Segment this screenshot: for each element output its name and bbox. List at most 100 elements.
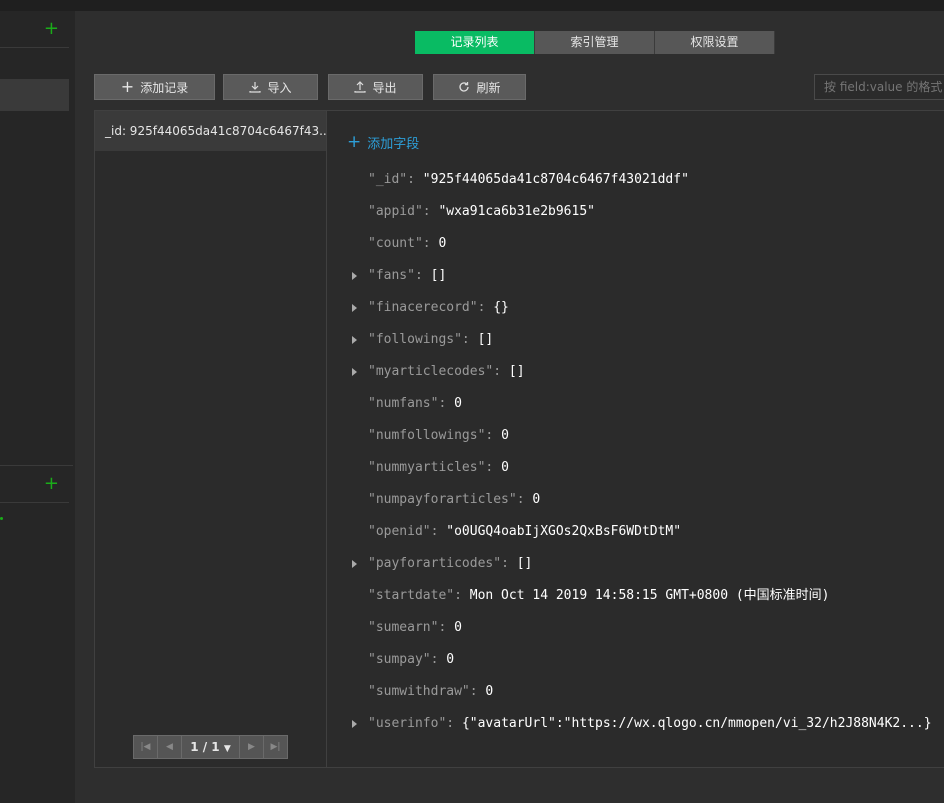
export-button[interactable]: 导出	[328, 74, 423, 100]
field-key: "numfans"	[368, 396, 439, 411]
export-label: 导出	[372, 80, 397, 95]
field-content: "numfans": 0	[368, 394, 462, 414]
field-value[interactable]: 0	[485, 684, 493, 699]
tab-records[interactable]: 记录列表	[415, 31, 535, 54]
search-input[interactable]	[814, 74, 944, 100]
field-content: "openid": "o0UGQ4oabIjXGOs2QxBsF6WDtDtM"	[368, 522, 681, 542]
field-value[interactable]: "wxa91ca6b31e2b9615"	[438, 204, 595, 219]
add-record-label: 添加记录	[140, 80, 189, 95]
field-colon: :	[461, 332, 478, 347]
add-field-label: 添加字段	[367, 136, 420, 152]
field-content: "sumwithdraw": 0	[368, 682, 493, 702]
field-colon: :	[422, 204, 439, 219]
collection-list-header: +	[0, 13, 69, 48]
tab-permissions[interactable]: 权限设置	[655, 31, 775, 54]
prev-page-icon[interactable]: ◀	[158, 736, 182, 758]
plus-icon: +	[347, 132, 362, 152]
field-key: "numfollowings"	[368, 428, 486, 443]
upload-icon	[354, 81, 367, 93]
record-list-item[interactable]: _id: 925f44065da41c8704c6467f43...	[95, 111, 326, 151]
field-colon: :	[430, 652, 447, 667]
field-value[interactable]: {}	[493, 300, 509, 315]
expand-triangle-icon[interactable]	[352, 336, 357, 344]
field-colon: :	[485, 460, 502, 475]
field-value[interactable]: "o0UGQ4oabIjXGOs2QxBsF6WDtDtM"	[446, 524, 681, 539]
field-value[interactable]: 0	[501, 428, 509, 443]
import-button[interactable]: 导入	[223, 74, 318, 100]
field-value[interactable]: 0	[501, 460, 509, 475]
field-key: "myarticlecodes"	[368, 364, 494, 379]
record-detail: + 添加字段 "_id": "925f44065da41c8704c6467f4…	[327, 111, 944, 767]
expand-triangle-icon[interactable]	[352, 272, 357, 280]
field-value[interactable]: Mon Oct 14 2019 14:58:15 GMT+0800 (中国标准时…	[470, 588, 830, 603]
field-key: "userinfo"	[368, 716, 447, 731]
field-content: "count": 0	[368, 234, 446, 254]
next-page-icon[interactable]: ▶	[239, 736, 263, 758]
field-content: "_id": "925f44065da41c8704c6467f43021ddf…	[368, 170, 689, 190]
field-value[interactable]: []	[509, 364, 525, 379]
field-key: "nummyarticles"	[368, 460, 486, 475]
field-key: "appid"	[368, 204, 423, 219]
field-value[interactable]: []	[431, 268, 447, 283]
field-value[interactable]: 0	[446, 652, 454, 667]
field-content: "followings": []	[368, 330, 493, 350]
collection-sidebar: + +	[0, 11, 75, 803]
expand-triangle-icon[interactable]	[352, 720, 357, 728]
record-list: _id: 925f44065da41c8704c6467f43... |◀ ◀ …	[95, 111, 327, 767]
field-colon: :	[493, 364, 509, 379]
field-key: "_id"	[368, 172, 408, 187]
collection-item-selected[interactable]	[0, 79, 69, 111]
field-colon: :	[438, 620, 455, 635]
page-indicator[interactable]: 1 / 1 ▼	[182, 740, 239, 754]
field-colon: :	[469, 684, 486, 699]
field-key: "count"	[368, 236, 423, 251]
field-content: "myarticlecodes": []	[368, 362, 525, 382]
field-value[interactable]: {"avatarUrl":"https://wx.qlogo.cn/mmopen…	[462, 716, 932, 731]
import-label: 导入	[267, 80, 292, 95]
field-content: "numpayforarticles": 0	[368, 490, 540, 510]
sidebar-section-header: +	[0, 468, 69, 503]
records-panel: _id: 925f44065da41c8704c6467f43... |◀ ◀ …	[94, 110, 944, 768]
add-record-button[interactable]: + 添加记录	[94, 74, 215, 100]
refresh-icon	[459, 82, 470, 92]
expand-triangle-icon[interactable]	[352, 304, 357, 312]
field-value[interactable]: []	[517, 556, 533, 571]
field-colon: :	[414, 268, 431, 283]
field-content: "appid": "wxa91ca6b31e2b9615"	[368, 202, 595, 222]
expand-triangle-icon[interactable]	[352, 368, 357, 376]
pagination: |◀ ◀ 1 / 1 ▼ ▶ ▶|	[133, 735, 288, 759]
field-value[interactable]: 0	[532, 492, 540, 507]
field-value[interactable]: 0	[454, 396, 462, 411]
add-field-button[interactable]: + 添加字段	[347, 132, 419, 152]
status-dot	[0, 517, 3, 520]
field-content: "sumearn": 0	[368, 618, 462, 638]
field-key: "sumearn"	[368, 620, 439, 635]
chevron-down-icon: ▼	[223, 744, 231, 754]
sidebar-divider	[0, 465, 73, 466]
field-content: "sumpay": 0	[368, 650, 454, 670]
expand-triangle-icon[interactable]	[352, 560, 357, 568]
field-key: "numpayforarticles"	[368, 492, 517, 507]
field-key: "payforarticodes"	[368, 556, 502, 571]
field-colon: :	[422, 236, 439, 251]
refresh-button[interactable]: 刷新	[433, 74, 526, 100]
field-colon: :	[516, 492, 533, 507]
tab-indexes[interactable]: 索引管理	[535, 31, 655, 54]
field-value[interactable]: 0	[454, 620, 462, 635]
field-key: "openid"	[368, 524, 431, 539]
field-key: "sumwithdraw"	[368, 684, 470, 699]
last-page-icon[interactable]: ▶|	[263, 736, 287, 758]
field-value[interactable]: "925f44065da41c8704c6467f43021ddf"	[423, 172, 689, 187]
add-collection-icon[interactable]: +	[44, 19, 59, 39]
field-colon: :	[485, 428, 502, 443]
field-colon: :	[477, 300, 494, 315]
add-item-icon[interactable]: +	[44, 474, 59, 494]
field-content: "nummyarticles": 0	[368, 458, 509, 478]
field-value[interactable]: 0	[438, 236, 446, 251]
field-value[interactable]: []	[478, 332, 494, 347]
field-colon: :	[454, 588, 470, 603]
field-key: "finacerecord"	[368, 300, 478, 315]
tab-bar: 记录列表 索引管理 权限设置	[415, 31, 775, 54]
first-page-icon[interactable]: |◀	[134, 736, 158, 758]
plus-icon: +	[120, 77, 135, 96]
